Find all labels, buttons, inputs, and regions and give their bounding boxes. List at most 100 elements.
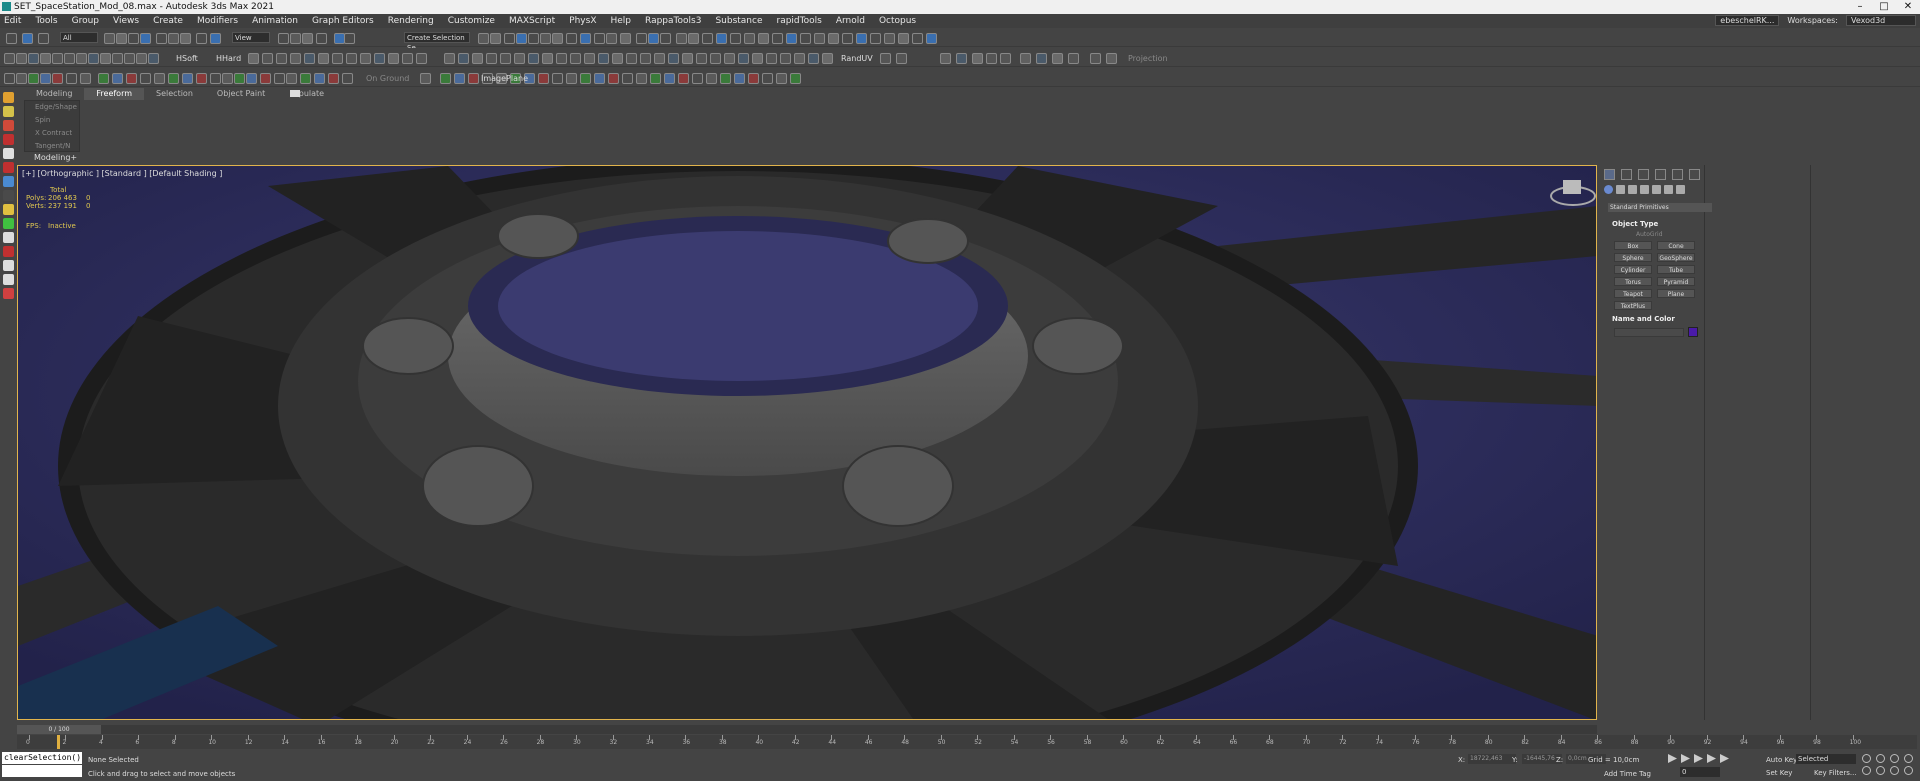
teapot-button[interactable]: Teapot [1614,289,1652,298]
tool-icon[interactable] [274,73,285,84]
plane-button[interactable]: Plane [1657,289,1695,298]
relax-icon[interactable] [1068,53,1079,64]
tool-icon[interactable] [304,53,315,64]
percent-snap-icon[interactable] [828,33,839,44]
tool-icon[interactable] [682,53,693,64]
keyboard-shortcut-icon[interactable] [290,33,301,44]
connect-icon[interactable] [360,53,371,64]
select-name-icon[interactable] [140,33,151,44]
chamfer-icon[interactable] [972,53,983,64]
modifier-icon[interactable] [4,73,15,84]
ref-coord-dropdown[interactable]: View [232,32,270,43]
modifier-icon[interactable] [454,73,465,84]
tab-freeform[interactable]: Freeform [84,88,145,100]
render-setup-icon[interactable] [566,33,577,44]
target-icon[interactable] [3,288,14,299]
modifier-icon[interactable] [314,73,325,84]
minimize-button[interactable]: – [1848,0,1872,14]
cylinder-button[interactable]: Cylinder [1614,265,1652,274]
tool-icon[interactable] [40,53,51,64]
scene-explorer-icon[interactable] [516,33,527,44]
schematic-icon[interactable] [926,33,937,44]
material-3-icon[interactable] [3,246,14,257]
menu-maxscript[interactable]: MAXScript [509,16,555,26]
on-ground-button[interactable]: On Ground [366,74,409,83]
snap-icon[interactable] [420,73,431,84]
bind-icon[interactable] [116,33,127,44]
tool-icon[interactable] [822,53,833,64]
tool-icon[interactable] [500,53,511,64]
go-to-end-icon[interactable] [1720,754,1729,763]
modifier-icon[interactable] [112,73,123,84]
render-icon[interactable] [594,33,605,44]
bridge-icon[interactable] [346,53,357,64]
weld-icon[interactable] [124,53,135,64]
utilities-tab-icon[interactable] [1689,169,1700,180]
select-manipulate-icon[interactable] [278,33,289,44]
maximize-viewport-icon[interactable] [1904,766,1913,775]
randuv-button[interactable]: RandUV [841,54,873,63]
shapes-icon[interactable] [1616,185,1625,194]
modifier-icon[interactable] [552,73,563,84]
menu-views[interactable]: Views [113,16,139,26]
tab-modeling[interactable]: Modeling [24,88,84,100]
tool-icon[interactable] [486,53,497,64]
grid-icon[interactable] [608,73,619,84]
link-icon[interactable] [636,33,647,44]
spinner-snap-icon[interactable] [842,33,853,44]
grid-icon[interactable] [246,73,257,84]
cube-icon[interactable] [3,232,14,243]
chamfer-icon[interactable] [76,53,87,64]
helpers-icon[interactable] [1652,185,1661,194]
current-frame-marker[interactable] [57,735,60,749]
relax-icon[interactable] [148,53,159,64]
geosphere-button[interactable]: GeoSphere [1657,253,1695,262]
menu-customize[interactable]: Customize [448,16,495,26]
named-selection-set-dropdown[interactable]: Create Selection Se [404,32,470,52]
cameras-icon[interactable] [1640,185,1649,194]
bind-icon[interactable] [660,33,671,44]
current-frame-field[interactable]: 0 [1680,767,1720,777]
x-coordinate-field[interactable]: 18722,463 [1468,754,1516,764]
workspace-dropdown[interactable]: Vexod3d [1846,15,1916,26]
cut-icon[interactable] [1020,53,1031,64]
extrude-icon[interactable] [64,53,75,64]
tool-icon[interactable] [248,53,259,64]
target-weld-icon[interactable] [402,53,413,64]
menu-arnold[interactable]: Arnold [836,16,865,26]
tool-icon[interactable] [472,53,483,64]
rotate-icon[interactable] [744,33,755,44]
tool-icon[interactable] [896,53,907,64]
tool-icon[interactable] [4,53,15,64]
tool-icon[interactable] [808,53,819,64]
modifier-icon[interactable] [664,73,675,84]
angle-snap-icon[interactable] [316,33,327,44]
modifier-icon[interactable] [678,73,689,84]
scale-icon[interactable] [758,33,769,44]
material-2-icon[interactable] [3,162,14,173]
sphere-icon[interactable] [3,190,14,201]
tool-icon[interactable] [1090,53,1101,64]
object-color-swatch[interactable] [1688,327,1698,337]
plus-icon[interactable] [3,260,14,271]
green-dot-icon[interactable] [3,218,14,229]
close-icon[interactable] [3,176,14,187]
time-slider-thumb[interactable]: 0 / 100 [17,725,101,734]
menu-rappatools3[interactable]: RappaTools3 [645,16,701,26]
scene-explorer-icon[interactable] [898,33,909,44]
maximize-button[interactable]: □ [1872,0,1896,14]
textplus-button[interactable]: TextPlus [1614,301,1652,310]
keyboard-shortcut-icon[interactable] [786,33,797,44]
snap-icon[interactable] [720,73,731,84]
zoom-icon[interactable] [1862,754,1871,763]
weld-icon[interactable] [766,53,777,64]
maxscript-listener[interactable]: clearSelection() [2,752,82,764]
edge-shape-tool[interactable]: Edge/Shape [25,101,79,114]
material-editor-icon[interactable] [552,33,563,44]
cut-icon[interactable] [570,53,581,64]
tool-icon[interactable] [80,73,91,84]
angle-snap-icon[interactable] [814,33,825,44]
unlink-icon[interactable] [648,33,659,44]
menu-substance[interactable]: Substance [715,16,762,26]
tool-icon[interactable] [636,73,647,84]
